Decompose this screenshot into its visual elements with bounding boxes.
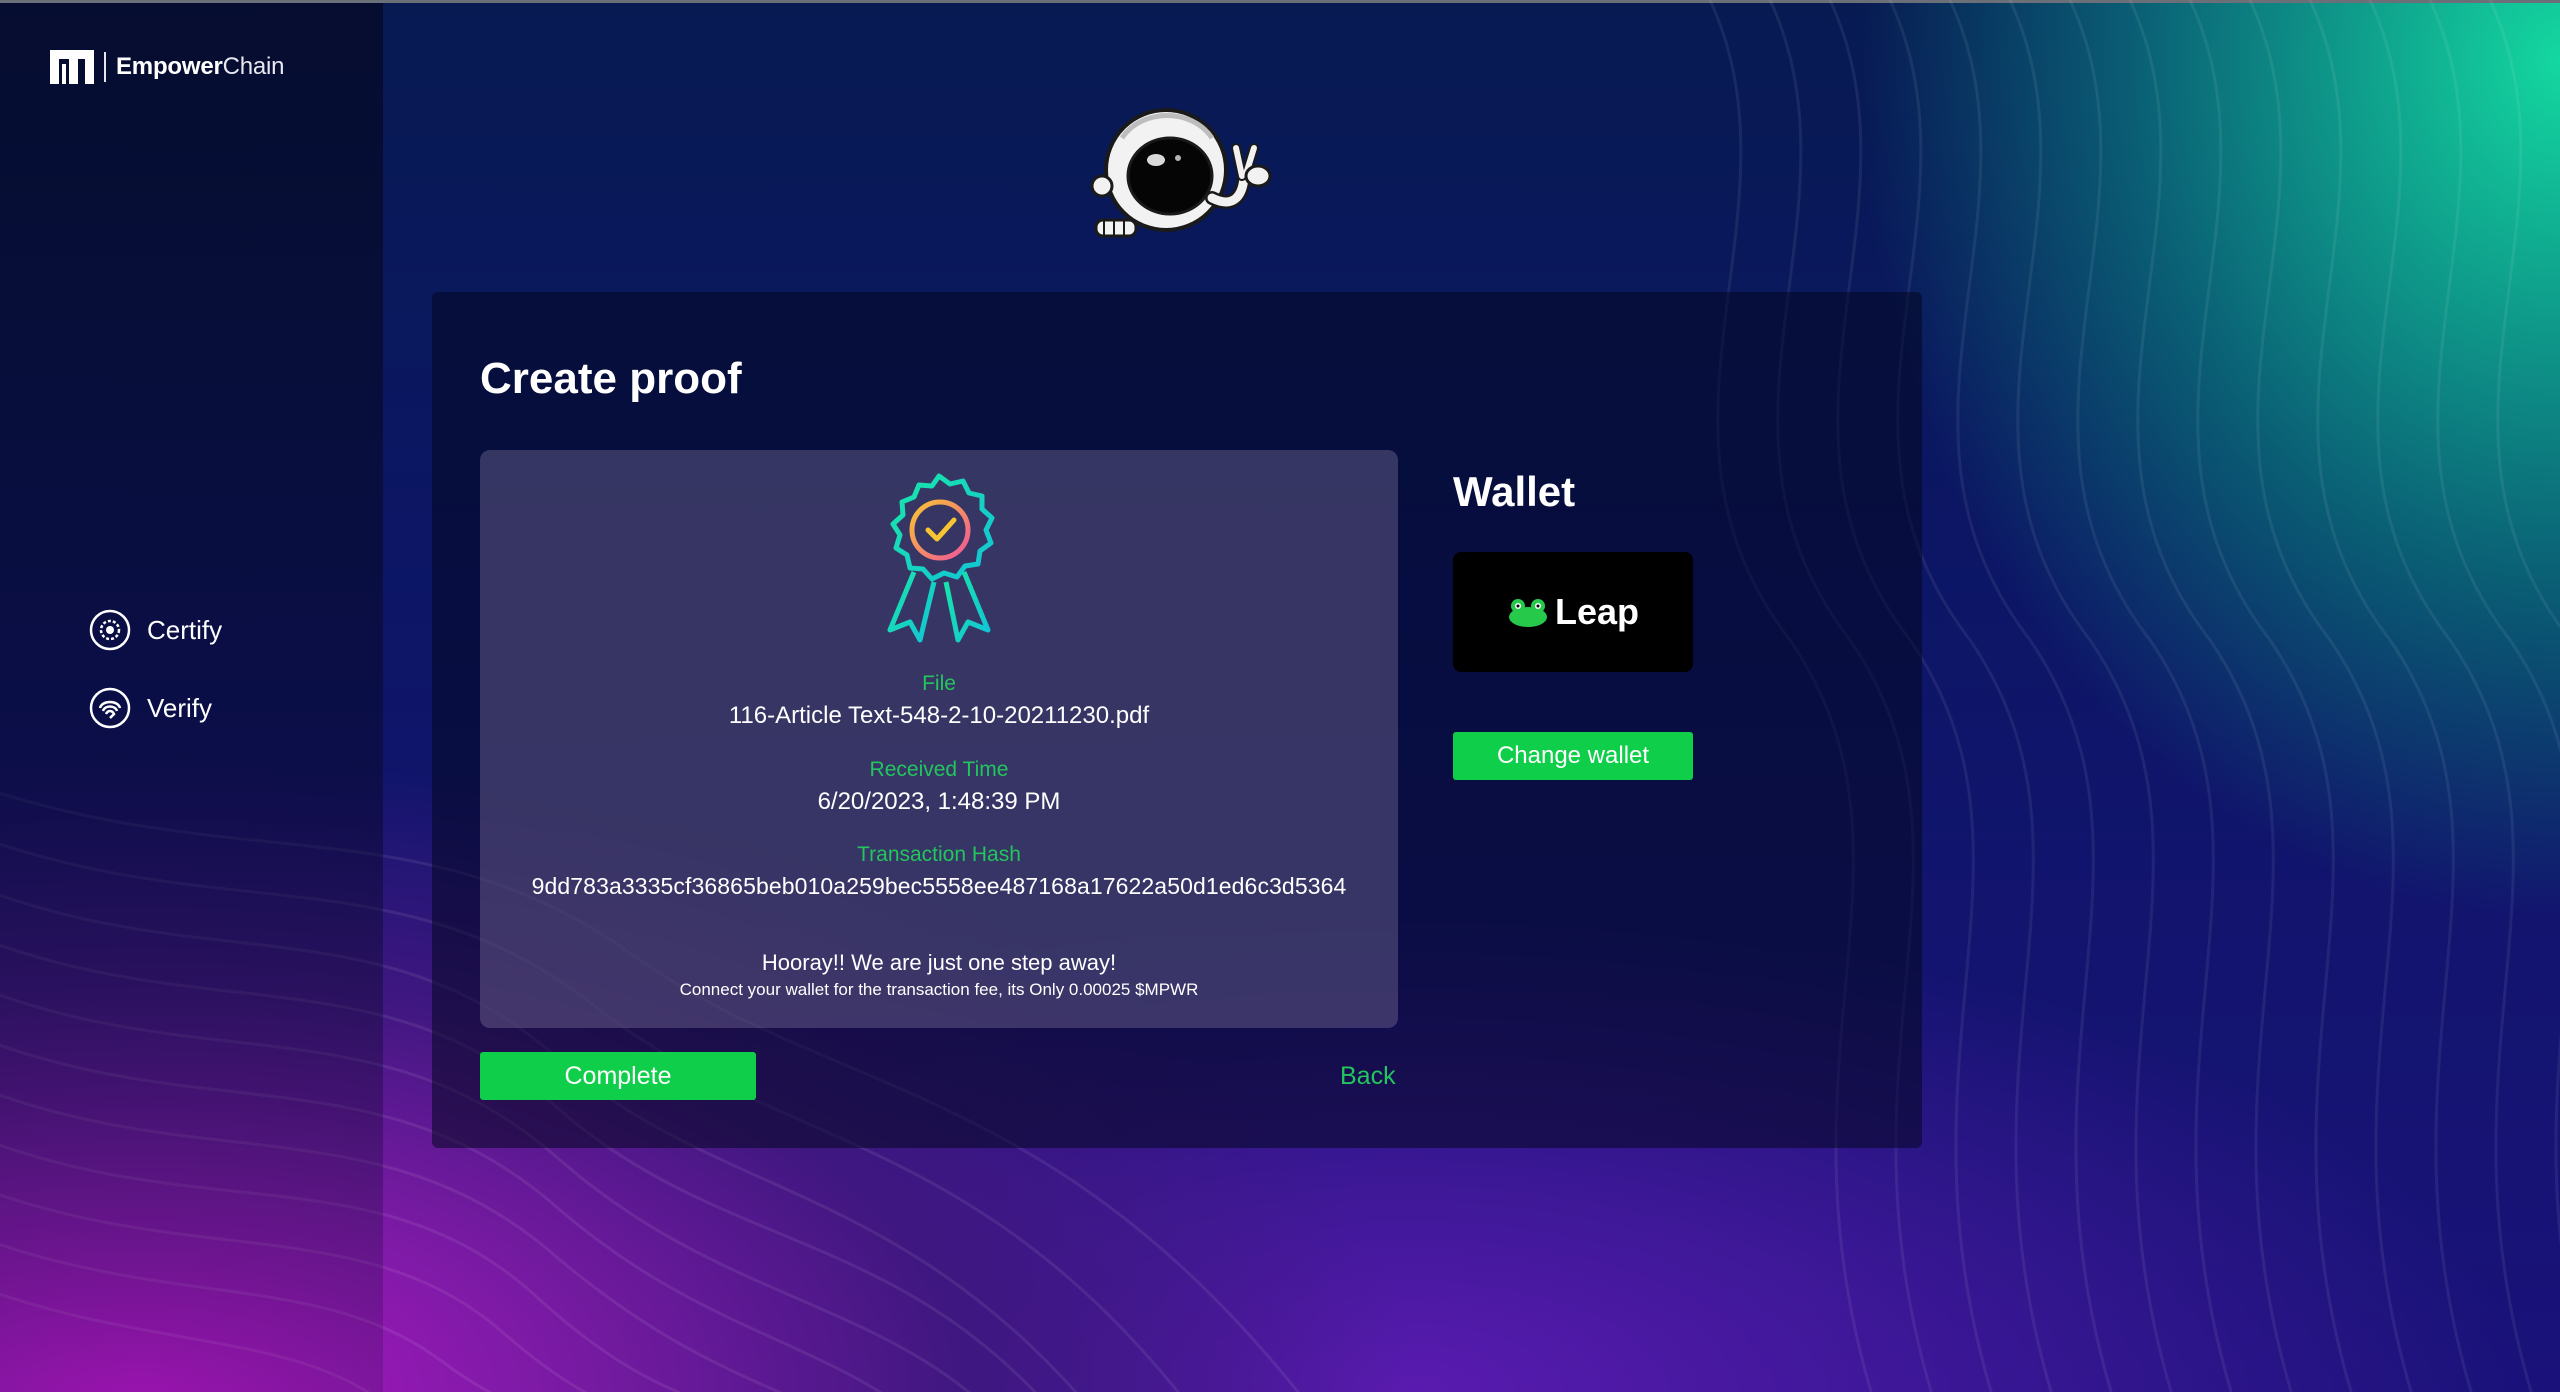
received-time-field: Received Time 6/20/2023, 1:48:39 PM [480,758,1398,816]
sidebar-item-verify[interactable]: Verify [89,686,222,730]
brand-name-bold: Empower [116,53,223,80]
file-name: 116-Article Text-548-2-10-20211230.pdf [728,702,1150,729]
brand-logo[interactable]: EmpowerChain [50,49,285,85]
success-message: Hooray!! We are just one step away! [761,950,1117,975]
proof-summary-card: File 116-Article Text-548-2-10-20211230.… [480,450,1398,1028]
sidebar-item-certify[interactable]: Certify [89,608,222,652]
transaction-hash-label: Transaction Hash [857,843,1021,866]
file-field: File 116-Article Text-548-2-10-20211230.… [480,672,1398,730]
window-top-border [0,0,2560,3]
sidebar-item-label: Certify [147,614,223,645]
wallet-heading: Wallet [1453,468,1576,515]
verify-icon [89,687,131,729]
change-wallet-button[interactable]: Change wallet [1453,732,1693,780]
received-time-label: Received Time [869,758,1009,781]
transaction-hash-field: Transaction Hash 9dd783a3335cf36865beb01… [480,843,1398,900]
brand-name: EmpowerChain [116,53,285,81]
sidebar-nav: Certify Verify [89,608,222,764]
file-label: File [922,672,956,695]
empowerchain-logo-icon [50,50,94,84]
create-proof-panel: Create proof File 116-Article Text-548-2… [432,292,1922,1148]
leap-frog-icon [1508,599,1547,627]
sidebar: EmpowerChain Certify Verify [0,3,383,1392]
transaction-hash-value: 9dd783a3335cf36865beb010a259bec5558ee487… [531,873,1347,899]
certificate-badge-icon [887,473,995,643]
certify-icon [89,609,131,651]
page-title: Create proof [480,354,742,403]
brand-name-light: Chain [222,53,285,80]
leap-wallet-card[interactable]: Leap [1453,552,1693,672]
sidebar-item-label: Verify [147,692,213,723]
logo-divider [104,52,106,82]
fee-note: Connect your wallet for the transaction … [679,980,1199,999]
leap-wallet-name: Leap [1554,591,1640,632]
complete-button[interactable]: Complete [480,1052,756,1100]
received-time-value: 6/20/2023, 1:48:39 PM [817,788,1061,815]
back-link[interactable]: Back [1340,1062,1396,1091]
astronaut-mascot-icon [1090,108,1272,238]
